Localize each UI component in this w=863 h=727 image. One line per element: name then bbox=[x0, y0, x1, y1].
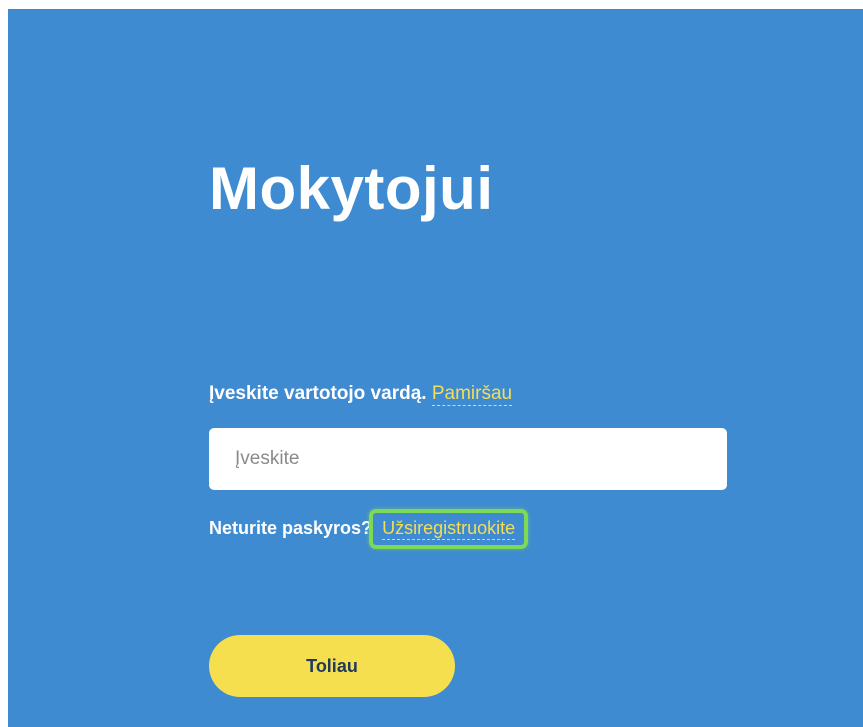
register-link-highlight: Užsiregistruokite bbox=[369, 509, 529, 549]
username-field-wrapper bbox=[209, 428, 727, 490]
username-label-row: Įveskite vartotojo vardą. Pamiršau bbox=[209, 383, 513, 406]
register-prompt: Neturite paskyros? bbox=[209, 518, 373, 538]
username-label: Įveskite vartotojo vardą. bbox=[209, 383, 427, 404]
register-row: Neturite paskyros? Užsiregistruokite bbox=[209, 509, 529, 549]
page-title: Mokytojui bbox=[209, 155, 494, 222]
next-button[interactable]: Toliau bbox=[209, 635, 455, 697]
register-link[interactable]: Užsiregistruokite bbox=[382, 518, 516, 540]
login-panel: Mokytojui Įveskite vartotojo vardą. Pami… bbox=[8, 9, 863, 727]
username-input[interactable] bbox=[209, 428, 727, 490]
forgot-username-link[interactable]: Pamiršau bbox=[431, 383, 513, 406]
